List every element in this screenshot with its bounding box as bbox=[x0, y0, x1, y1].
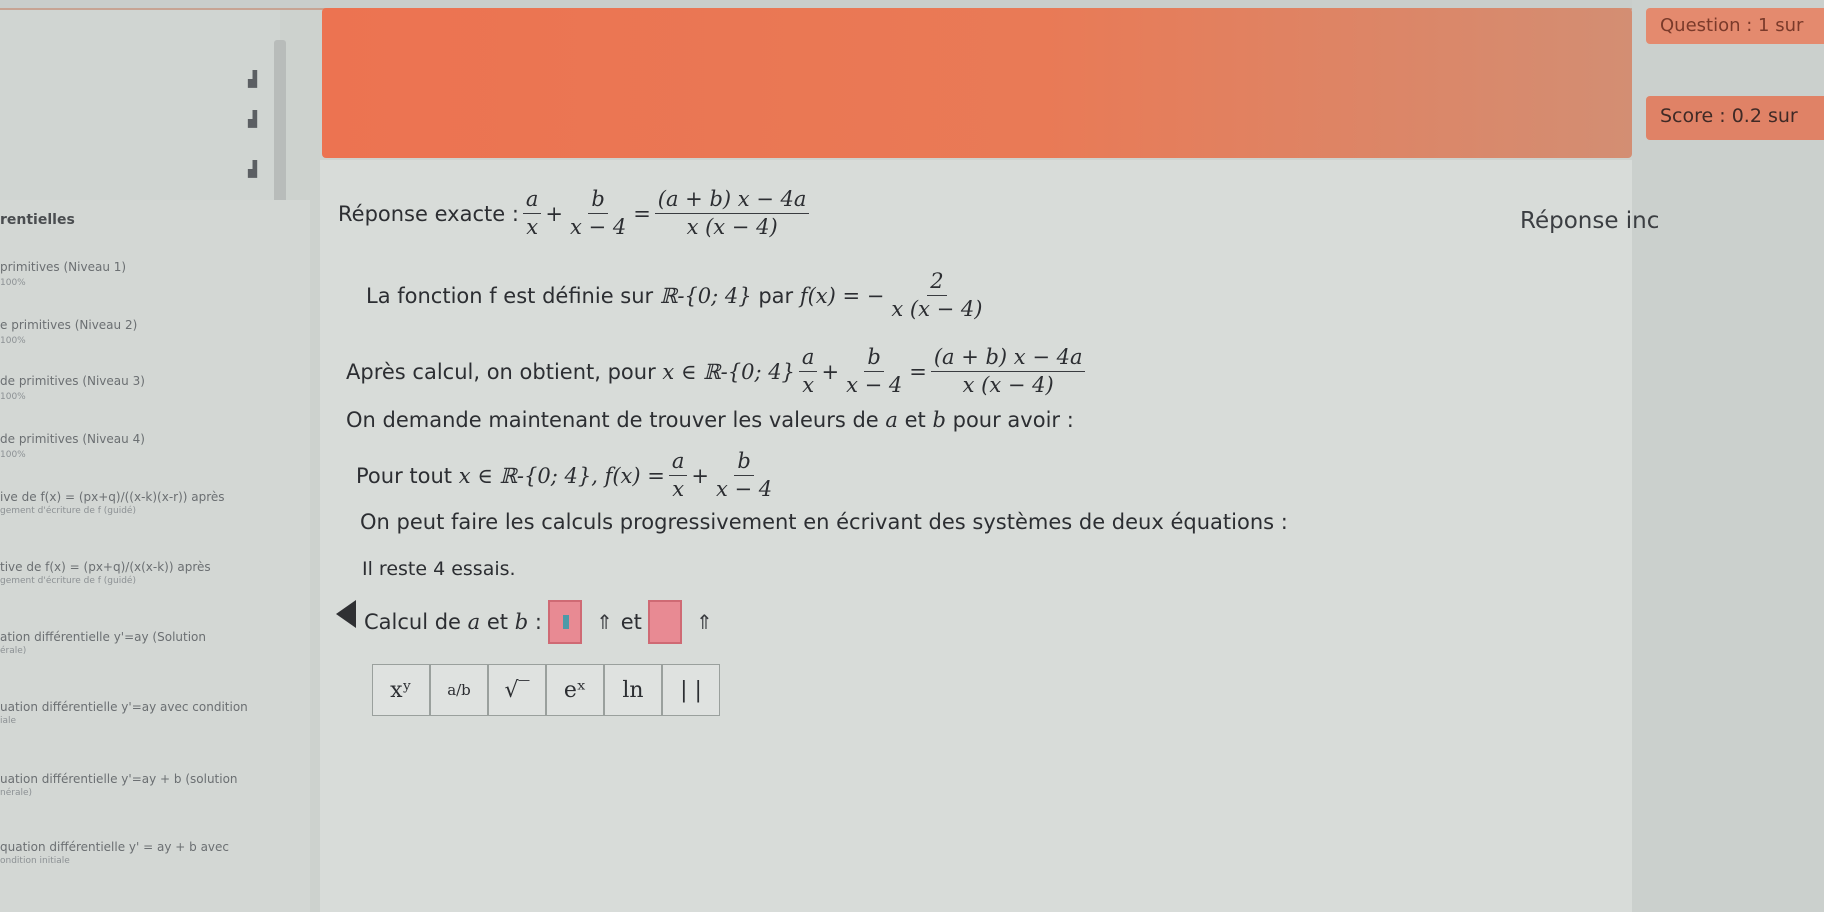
toggle-arrow-icon[interactable]: ⇑ bbox=[596, 610, 613, 634]
var-b: b bbox=[514, 610, 529, 634]
score-badge: Score : 0.2 sur bbox=[1646, 96, 1824, 140]
on-demande-line: On demande maintenant de trouver les val… bbox=[346, 408, 1074, 432]
domain-text: ℝ-{0; 4} bbox=[703, 359, 795, 384]
math-toolbar: xʸ a/b √‾ eˣ ln | | bbox=[372, 664, 720, 716]
calcul-line: Calcul de a et b : ⇑ et ⇑ bbox=[364, 600, 721, 644]
exp-button[interactable]: eˣ bbox=[546, 664, 604, 716]
pour-tout-line: Pour tout x ∈ ℝ-{0; 4} , f(x) = ax + bx … bbox=[356, 449, 779, 502]
var-a: a bbox=[885, 408, 898, 432]
previous-arrow-icon[interactable] bbox=[336, 600, 356, 628]
sidebar-item-sub: érale) bbox=[0, 646, 27, 656]
et-text: et bbox=[486, 610, 509, 634]
header-banner bbox=[322, 8, 1632, 158]
scrollbar[interactable] bbox=[274, 40, 286, 208]
question-badge: Question : 1 sur bbox=[1646, 8, 1824, 44]
calcul-label: Calcul de bbox=[364, 610, 461, 634]
sidebar-item-sub: ondition initiale bbox=[0, 856, 70, 866]
sidebar-item[interactable]: e primitives (Niveau 2) bbox=[0, 318, 137, 332]
fraction-button[interactable]: a/b bbox=[430, 664, 488, 716]
sidebar-item-sub: 100% bbox=[0, 450, 26, 460]
ln-button[interactable]: ln bbox=[604, 664, 662, 716]
il-reste-line: Il reste 4 essais. bbox=[362, 558, 516, 580]
pour-tout-text: Pour tout bbox=[356, 463, 453, 488]
fonction-text: La fonction f est définie sur bbox=[366, 283, 654, 308]
et-text: et bbox=[620, 610, 642, 634]
sidebar-item-sub: 100% bbox=[0, 336, 26, 346]
sidebar-item[interactable]: de primitives (Niveau 4) bbox=[0, 432, 145, 446]
sidebar-item[interactable]: primitives (Niveau 1) bbox=[0, 260, 126, 274]
toggle-arrow-icon[interactable]: ⇑ bbox=[696, 610, 713, 634]
fraction-b-over-x-4: bx − 4 bbox=[846, 345, 903, 398]
power-button[interactable]: xʸ bbox=[372, 664, 430, 716]
domain-text: ℝ-{0; 4} bbox=[499, 463, 592, 488]
var-a: a bbox=[467, 610, 481, 634]
reponse-incorrecte-label: Réponse inc bbox=[1520, 208, 1660, 234]
fraction-result: (a + b) x − 4a x (x − 4) bbox=[930, 345, 1086, 397]
apres-calcul-line: Après calcul, on obtient, pour x ∈ ℝ-{0;… bbox=[346, 345, 1089, 398]
il-reste-text: Il reste 4 essais. bbox=[362, 558, 516, 580]
answer-a-input[interactable] bbox=[547, 600, 582, 644]
on-demande-text: On demande maintenant de trouver les val… bbox=[346, 408, 879, 432]
answer-b-input[interactable] bbox=[647, 600, 682, 644]
reponse-exacte-line: Réponse exacte : ax + bx − 4 = (a + b) x… bbox=[338, 187, 813, 240]
et-text: et bbox=[904, 408, 926, 432]
chart-icon[interactable]: ▟ bbox=[248, 110, 257, 128]
sidebar-item-sub: nérale) bbox=[0, 788, 33, 798]
fraction-a-over-x: ax bbox=[522, 187, 542, 239]
score-label: Score : 0.2 sur bbox=[1660, 105, 1798, 127]
fraction-result: (a + b) x − 4a x (x − 4) bbox=[654, 187, 810, 239]
sidebar-item[interactable]: ive de f(x) = (px+q)/((x-k)(x-r)) après bbox=[0, 490, 225, 504]
sidebar: rentielles primitives (Niveau 1) 100% e … bbox=[0, 200, 310, 912]
sidebar-title: rentielles bbox=[0, 212, 75, 228]
apres-calcul-text: Après calcul, on obtient, pour bbox=[346, 359, 656, 384]
abs-button[interactable]: | | bbox=[662, 664, 720, 716]
reponse-exacte-label: Réponse exacte : bbox=[338, 201, 519, 226]
on-peut-text: On peut faire les calculs progressivemen… bbox=[360, 510, 1288, 534]
sidebar-item[interactable]: uation différentielle y'=ay avec conditi… bbox=[0, 700, 248, 714]
sidebar-item-sub: gement d'écriture de f (guidé) bbox=[0, 576, 136, 586]
sidebar-item[interactable]: ation différentielle y'=ay (Solution bbox=[0, 630, 206, 644]
on-peut-line: On peut faire les calculs progressivemen… bbox=[360, 510, 1288, 534]
question-label: Question : 1 sur bbox=[1660, 15, 1804, 36]
fraction-a-over-x: ax bbox=[668, 449, 688, 501]
sidebar-item-sub: 100% bbox=[0, 392, 26, 402]
fonction-par: par bbox=[758, 283, 794, 308]
sidebar-item-sub: 100% bbox=[0, 278, 26, 288]
sidebar-item-sub: gement d'écriture de f (guidé) bbox=[0, 506, 136, 516]
fraction-2-over-x: 2x (x − 4) bbox=[891, 269, 983, 322]
domain-text: ℝ-{0; 4} bbox=[659, 283, 752, 308]
fraction-a-over-x: ax bbox=[798, 345, 818, 397]
on-demande-suffix: pour avoir : bbox=[952, 408, 1074, 432]
var-b: b bbox=[932, 408, 946, 432]
sidebar-item-sub: iale bbox=[0, 716, 17, 726]
chart-icon[interactable]: ▟ bbox=[248, 160, 257, 178]
sqrt-button[interactable]: √‾ bbox=[488, 664, 546, 716]
top-left-icons: ▟ ▟ ▟ bbox=[0, 10, 280, 200]
fraction-b-over-x-4: bx − 4 bbox=[715, 449, 773, 502]
sidebar-item[interactable]: de primitives (Niveau 3) bbox=[0, 374, 145, 388]
fraction-b-over-x-4: bx − 4 bbox=[570, 187, 627, 240]
text-cursor bbox=[562, 615, 569, 629]
fonction-line: La fonction f est définie sur ℝ-{0; 4} p… bbox=[366, 269, 989, 322]
chart-icon[interactable]: ▟ bbox=[248, 70, 257, 88]
sidebar-item[interactable]: uation différentielle y'=ay + b (solutio… bbox=[0, 772, 238, 786]
sidebar-item[interactable]: quation différentielle y' = ay + b avec bbox=[0, 840, 229, 854]
sidebar-item[interactable]: tive de f(x) = (px+q)/(x(x-k)) après bbox=[0, 560, 211, 574]
